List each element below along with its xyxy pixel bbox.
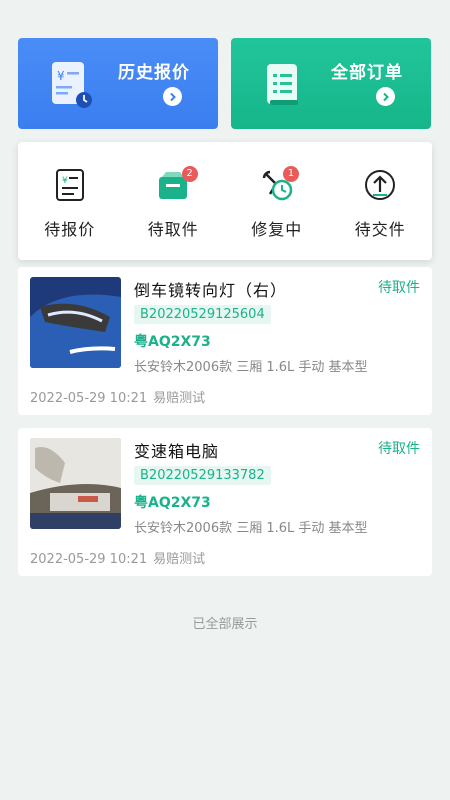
order-datetime: 2022-05-29 10:21 (30, 552, 148, 567)
all-orders-title: 全部订单 (331, 63, 403, 83)
tab-pending-quote[interactable]: ¥ 待报价 (18, 142, 122, 260)
history-quote-title: 历史报价 (118, 63, 190, 83)
order-code: B20220529125604 (134, 305, 271, 324)
quote-history-icon: ¥ (52, 62, 92, 108)
license-plate: 粤AQ2X73 (134, 334, 211, 350)
chevron-right-icon[interactable] (376, 87, 395, 106)
pickup-badge: 2 (181, 166, 198, 182)
repairing-badge: 1 (282, 166, 299, 182)
tab-label: 修复中 (251, 220, 303, 239)
tab-label: 待交件 (354, 220, 406, 239)
order-title: 变速箱电脑 (134, 442, 220, 461)
order-card[interactable]: 倒车镜转向灯（右） 待取件 B20220529125604 粤AQ2X73 长安… (18, 267, 432, 415)
order-meta: 2022-05-29 10:21 易赔测试 (30, 548, 205, 567)
order-status: 待取件 (378, 280, 420, 296)
order-card[interactable]: 变速箱电脑 待取件 B20220529133782 粤AQ2X73 长安铃木20… (18, 428, 432, 576)
svg-text:¥: ¥ (57, 69, 65, 83)
all-orders-card[interactable]: 全部订单 (231, 38, 431, 129)
car-model: 长安铃木2006款 三厢 1.6L 手动 基本型 (134, 521, 368, 536)
tab-pending-pickup[interactable]: 2 待取件 (122, 142, 226, 260)
pending-delivery-icon (365, 170, 396, 200)
status-tabs-panel: ¥ 待报价 2 待取件 1 修复中 待交件 (18, 142, 432, 260)
order-title: 倒车镜转向灯（右） (134, 281, 288, 300)
order-user: 易赔测试 (153, 391, 206, 406)
order-photo (30, 438, 121, 529)
history-quote-card[interactable]: ¥ 历史报价 (18, 38, 218, 129)
order-list-icon (267, 64, 298, 105)
tab-pending-delivery[interactable]: 待交件 (329, 142, 433, 260)
order-meta: 2022-05-29 10:21 易赔测试 (30, 387, 205, 406)
license-plate: 粤AQ2X73 (134, 495, 211, 511)
tab-label: 待报价 (44, 220, 96, 239)
chevron-right-icon[interactable] (163, 87, 182, 106)
list-end-note: 已全部展示 (192, 617, 258, 632)
pending-quote-icon: ¥ (55, 169, 84, 201)
car-model: 长安铃木2006款 三厢 1.6L 手动 基本型 (134, 360, 368, 375)
order-photo (30, 277, 121, 368)
order-status: 待取件 (378, 441, 420, 457)
tab-label: 待取件 (147, 220, 199, 239)
order-user: 易赔测试 (153, 552, 206, 567)
order-code: B20220529133782 (134, 466, 271, 485)
tab-repairing[interactable]: 1 修复中 (225, 142, 329, 260)
svg-text:¥: ¥ (62, 176, 68, 186)
order-datetime: 2022-05-29 10:21 (30, 391, 148, 406)
